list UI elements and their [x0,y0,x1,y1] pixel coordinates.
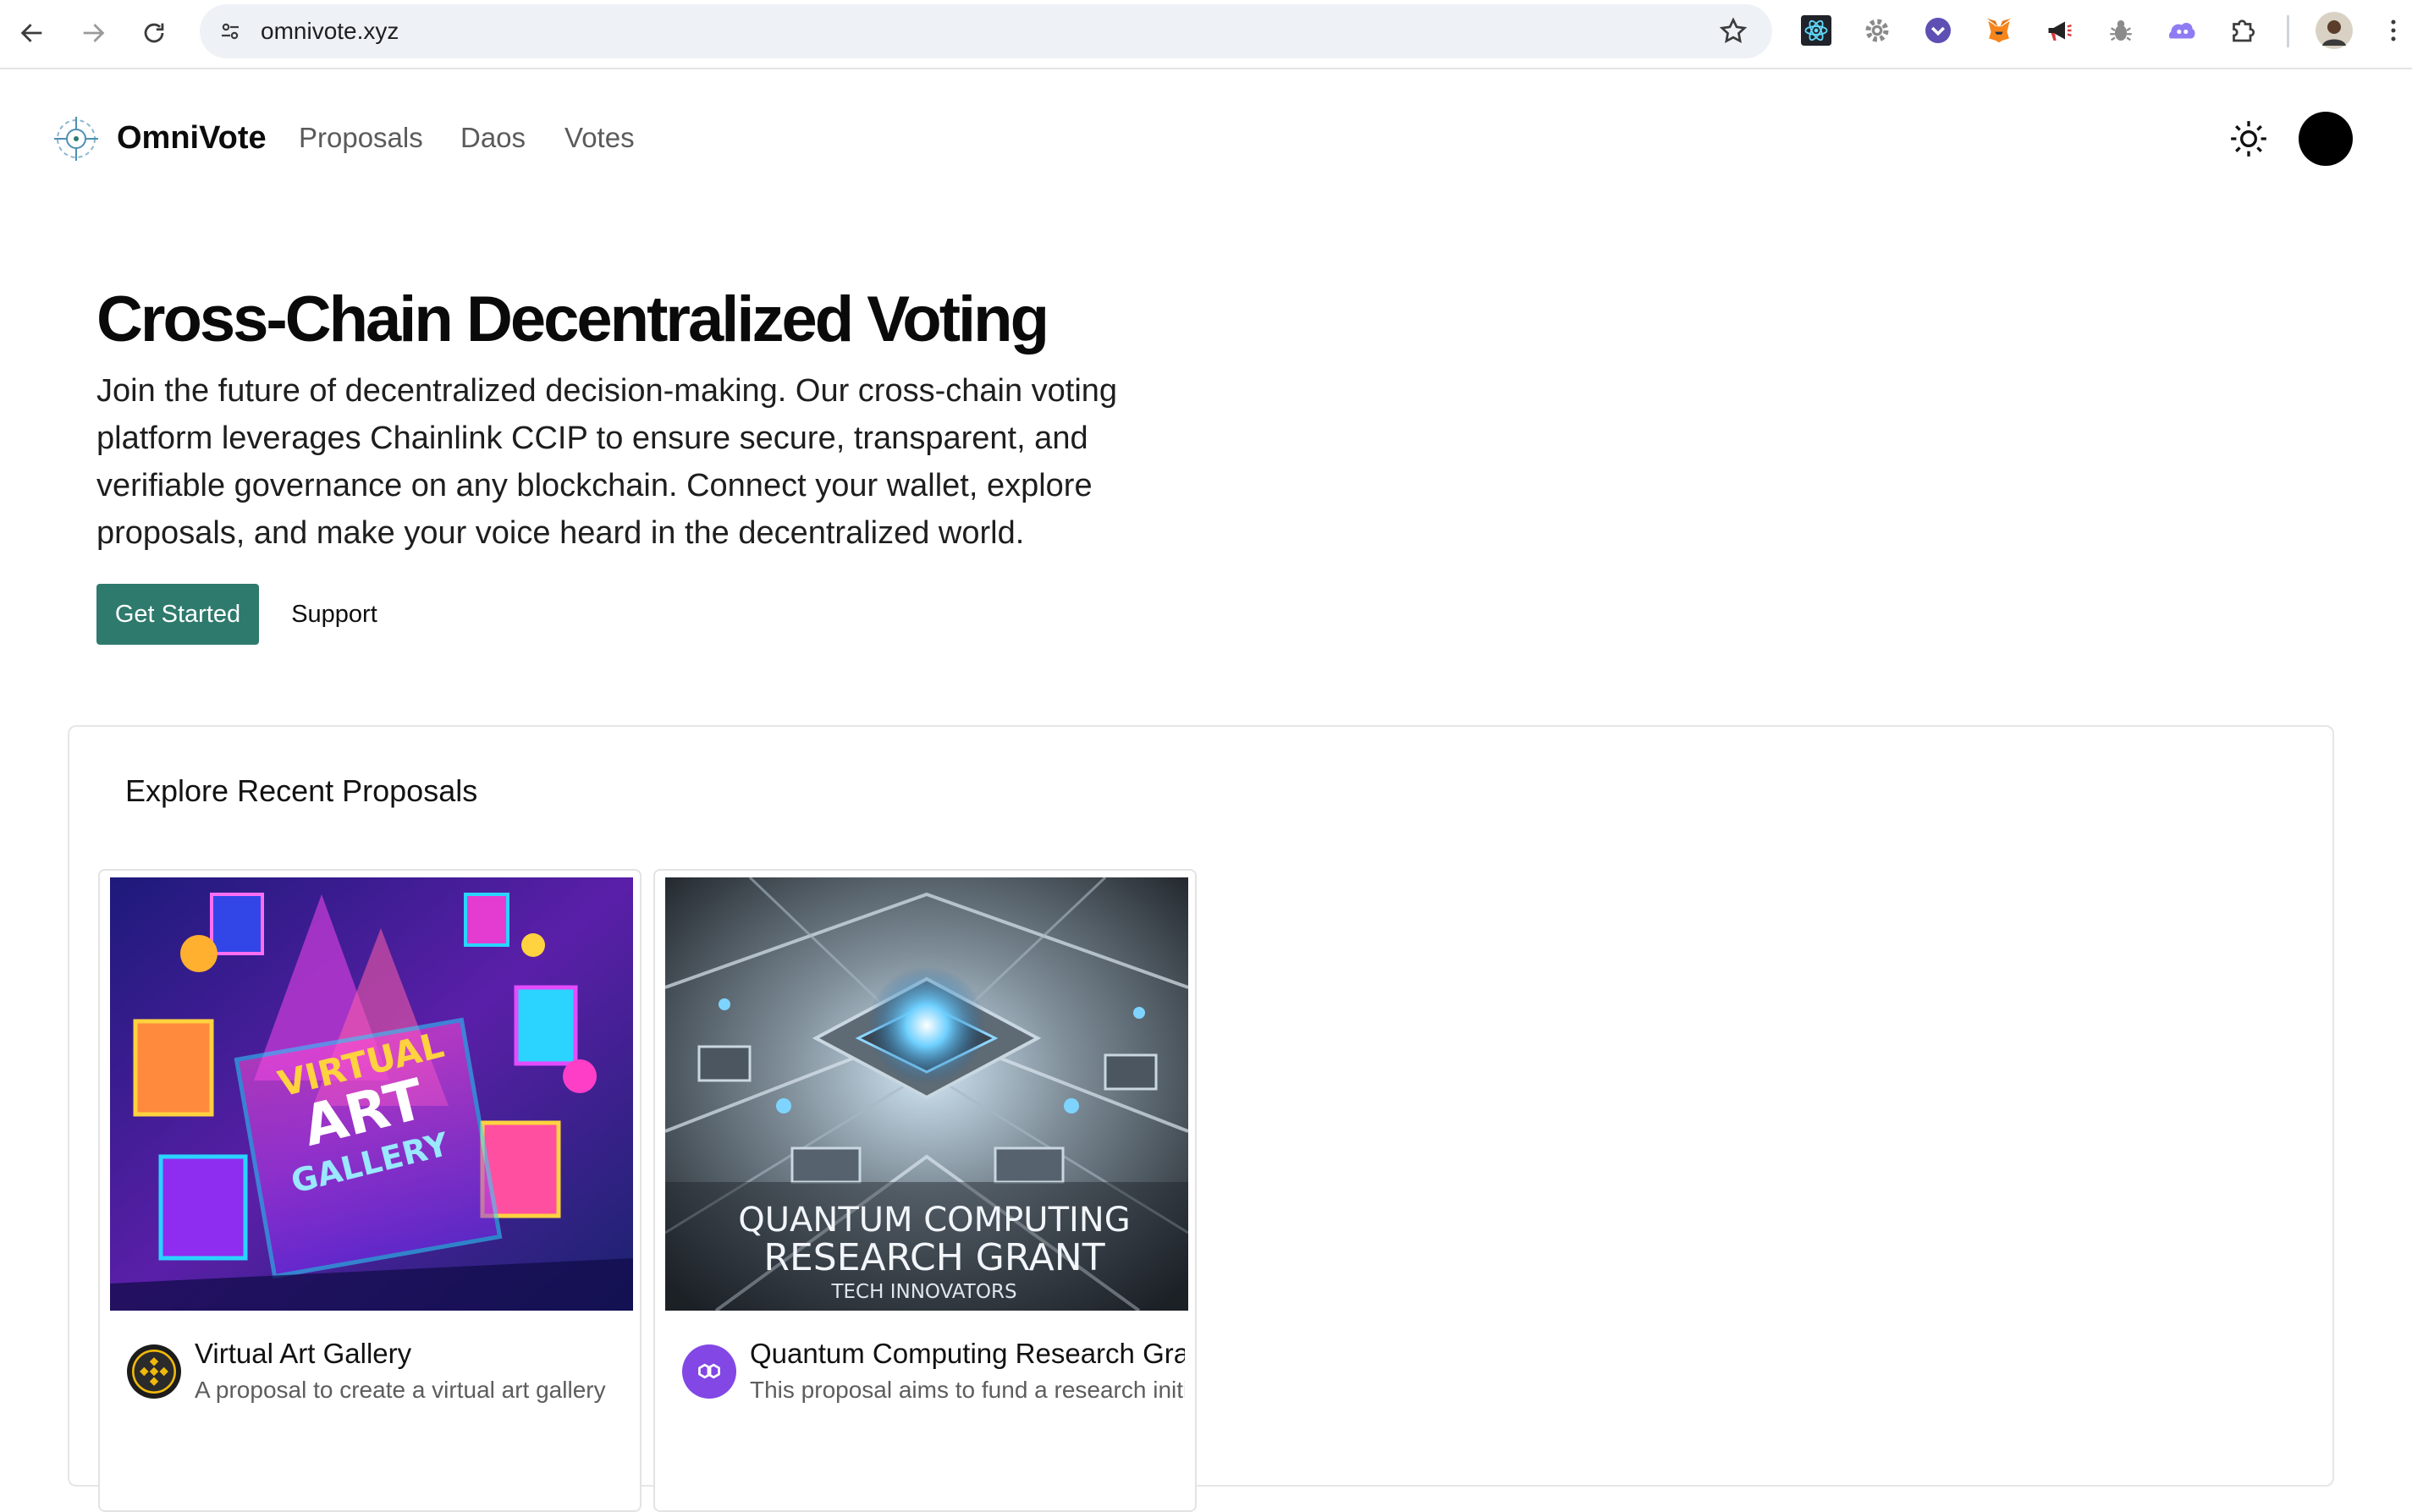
section-heading: Explore Recent Proposals [125,773,478,808]
image-text-quantum: QUANTUM COMPUTING [738,1201,1130,1240]
nav-daos[interactable]: Daos [460,122,526,154]
bug-icon[interactable] [2104,14,2138,47]
address-bar[interactable]: omnivote.xyz [200,4,1772,58]
browser-menu-icon[interactable] [2376,14,2410,47]
proposal-image[interactable]: QUANTUM COMPUTING RESEARCH GRANT TECH IN… [665,877,1188,1311]
get-started-button[interactable]: Get Started [96,584,259,645]
site-header: OmniVote Proposals Daos Votes [0,69,2412,210]
settings-gear-icon[interactable] [1860,14,1894,47]
hero-description: Join the future of decentralized decisio… [96,373,1118,551]
proposal-title[interactable]: Quantum Computing Research Grant [750,1338,1185,1370]
proposal-description: This proposal aims to fund a research in… [750,1377,1185,1403]
back-arrow-icon[interactable] [14,14,51,52]
support-button[interactable]: Support [279,584,389,645]
proposal-title[interactable]: Virtual Art Gallery [195,1338,630,1370]
bookmark-star-icon[interactable] [1718,16,1748,47]
image-text-research: RESEARCH GRANT [763,1236,1104,1279]
proposal-image[interactable]: VIRTUAL ART GALLERY [110,877,633,1311]
polygon-icon [682,1344,736,1399]
purple-cloud-icon[interactable] [2165,14,2199,47]
reload-icon[interactable] [135,14,173,52]
megaphone-icon[interactable] [2043,14,2077,47]
toolbar-divider [2287,15,2289,47]
brand-name[interactable]: OmniVote [117,120,267,157]
forward-arrow-icon[interactable] [74,14,112,52]
nav-proposals[interactable]: Proposals [299,122,423,154]
image-text-tech: TECH INNOVATORS [830,1281,1016,1303]
chevron-circle-icon[interactable] [1921,14,1955,47]
proposal-description: A proposal to create a virtual art galle… [195,1377,606,1403]
bnb-icon [127,1344,181,1399]
hero-title: Cross-Chain Decentralized Voting [96,283,1049,355]
metamask-fox-icon[interactable] [1982,14,2016,47]
proposal-card[interactable]: QUANTUM COMPUTING RESEARCH GRANT TECH IN… [653,869,1197,1512]
omnivote-logo-icon[interactable] [52,115,100,162]
nav-votes[interactable]: Votes [564,122,635,154]
browser-toolbar: omnivote.xyz [0,0,2412,69]
react-devtools-icon[interactable] [1799,14,1833,47]
proposal-card[interactable]: VIRTUAL ART GALLERY Virtual Art Gallery … [98,869,642,1512]
sun-icon[interactable] [2224,114,2273,163]
wallet-avatar-button[interactable] [2299,112,2353,166]
recent-proposals-panel: Explore Recent Proposals VIRTUAL ART GAL… [68,725,2334,1512]
url-text[interactable]: omnivote.xyz [261,18,399,45]
profile-avatar-icon[interactable] [2316,12,2353,49]
site-settings-icon[interactable] [215,16,245,47]
puzzle-piece-icon[interactable] [2226,14,2260,47]
